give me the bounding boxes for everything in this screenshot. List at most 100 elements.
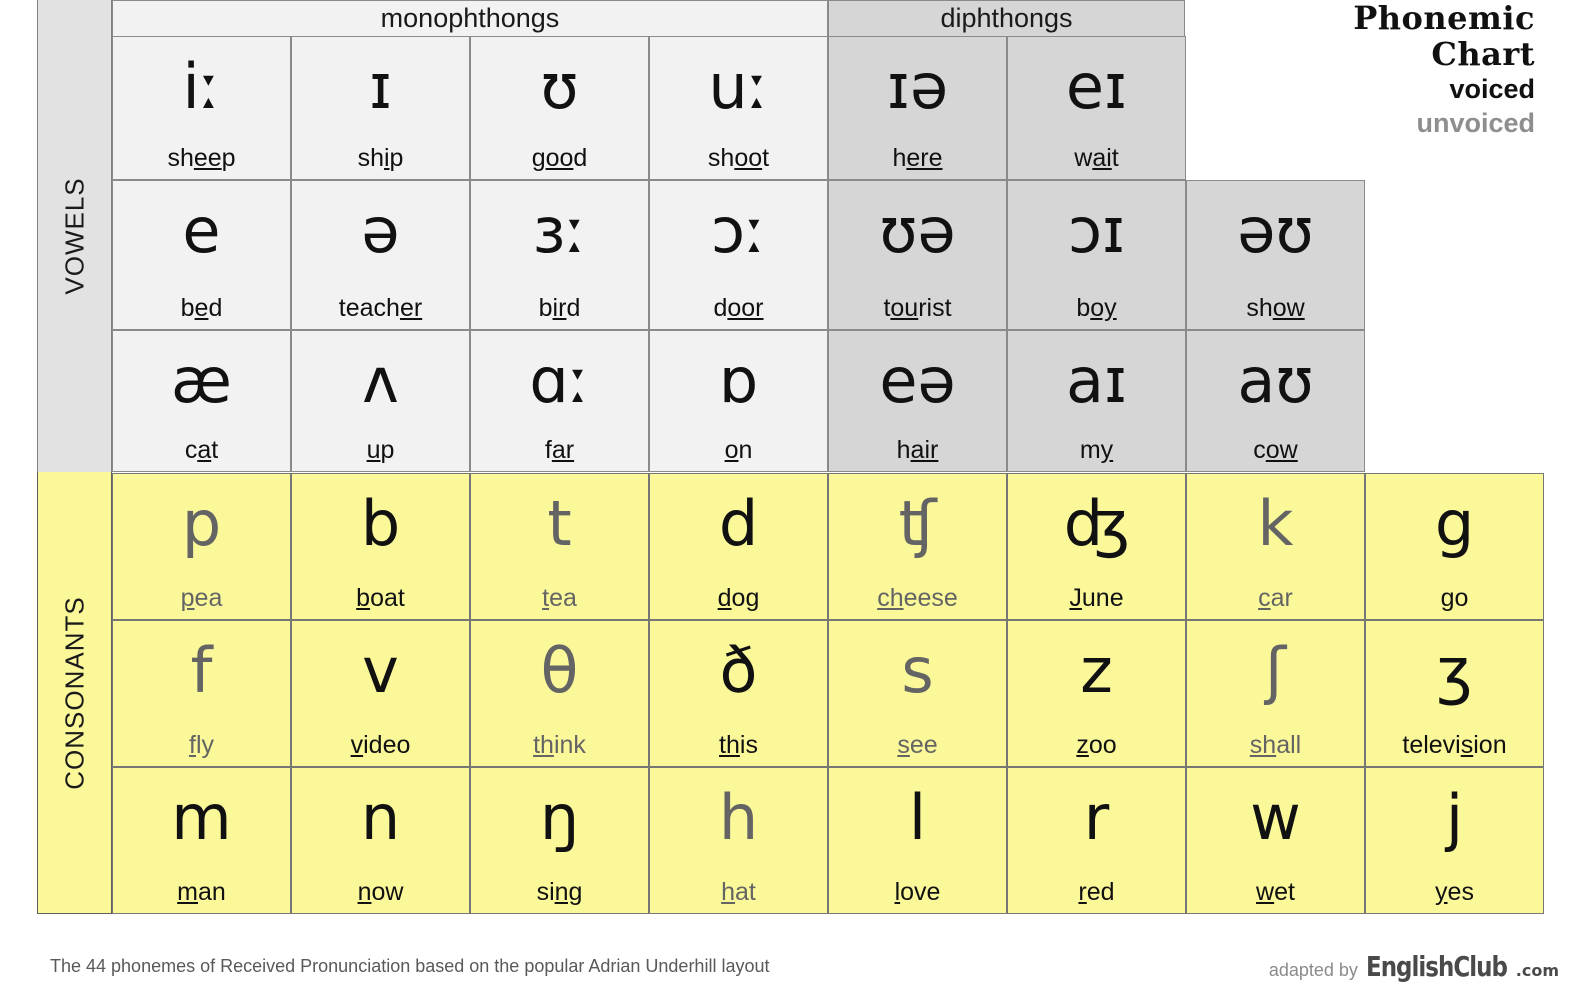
phoneme-cell-vowel-ʊə[interactable]: ʊə tourist	[828, 180, 1007, 330]
phoneme-cell-vowel-ɒ[interactable]: ɒ on	[649, 330, 828, 472]
phoneme-cell-consonant-θ[interactable]: θ think	[470, 620, 649, 767]
phoneme-example-word: good	[531, 144, 588, 172]
phoneme-example-word: door	[713, 294, 764, 322]
phoneme-cell-vowel-aɪ[interactable]: aɪ my	[1007, 330, 1186, 472]
footer-note: The 44 phonemes of Received Pronunciatio…	[50, 956, 770, 976]
phoneme-symbol: s	[901, 634, 934, 707]
phoneme-symbol: l	[908, 781, 927, 854]
phoneme-example-word: fly	[188, 731, 214, 759]
phoneme-cell-consonant-t[interactable]: t tea	[470, 473, 649, 620]
phoneme-example-word: far	[544, 436, 575, 464]
phoneme-cell-vowel-ɪ[interactable]: ɪ ship	[291, 36, 470, 180]
phoneme-example-word: cat	[184, 436, 219, 464]
phoneme-symbol: ʒ	[1436, 634, 1473, 707]
phoneme-symbol: ɜː	[532, 194, 587, 267]
phoneme-cell-consonant-ð[interactable]: ð this	[649, 620, 828, 767]
phoneme-example-word: bird	[538, 294, 581, 322]
phoneme-cell-consonant-p[interactable]: p pea	[112, 473, 291, 620]
phoneme-cell-consonant-b[interactable]: b boat	[291, 473, 470, 620]
phoneme-symbol: aʊ	[1237, 344, 1314, 417]
phoneme-cell-consonant-h[interactable]: h hat	[649, 767, 828, 914]
phoneme-cell-vowel-e[interactable]: e bed	[112, 180, 291, 330]
phoneme-example-word: dog	[717, 584, 760, 612]
phoneme-cell-consonant-j[interactable]: j yes	[1365, 767, 1544, 914]
phoneme-example-word: on	[724, 436, 753, 464]
phoneme-symbol: eə	[879, 344, 956, 417]
phoneme-example-word: boat	[356, 584, 405, 612]
phoneme-example-word: pea	[180, 584, 223, 612]
phoneme-cell-consonant-w[interactable]: w wet	[1186, 767, 1365, 914]
chart-title-block: Phonemic Chart voiced unvoiced	[1205, 0, 1535, 140]
phoneme-cell-consonant-f[interactable]: f fly	[112, 620, 291, 767]
phoneme-cell-vowel-ɔː[interactable]: ɔː door	[649, 180, 828, 330]
phoneme-symbol: f	[190, 634, 213, 707]
phoneme-symbol: ɔɪ	[1067, 194, 1126, 267]
phoneme-symbol: j	[1445, 781, 1464, 854]
phoneme-cell-consonant-z[interactable]: z zoo	[1007, 620, 1186, 767]
phoneme-cell-consonant-g[interactable]: g go	[1365, 473, 1544, 620]
phoneme-example-word: red	[1078, 878, 1115, 906]
phoneme-cell-vowel-ɔɪ[interactable]: ɔɪ boy	[1007, 180, 1186, 330]
diphthongs-header: diphthongs	[828, 0, 1185, 36]
phoneme-symbol: g	[1434, 487, 1475, 560]
phoneme-cell-consonant-ʤ[interactable]: ʤ June	[1007, 473, 1186, 620]
phoneme-cell-consonant-n[interactable]: n now	[291, 767, 470, 914]
phoneme-symbol: aɪ	[1065, 344, 1128, 417]
phoneme-cell-vowel-ʊ[interactable]: ʊ good	[470, 36, 649, 180]
phoneme-cell-consonant-v[interactable]: v video	[291, 620, 470, 767]
phoneme-cell-vowel-uː[interactable]: uː shoot	[649, 36, 828, 180]
phoneme-cell-vowel-æ[interactable]: æ cat	[112, 330, 291, 472]
phoneme-example-word: cow	[1253, 436, 1298, 464]
phoneme-symbol: ɒ	[718, 344, 759, 417]
phoneme-cell-vowel-ɪə[interactable]: ɪə here	[828, 36, 1007, 180]
phoneme-cell-consonant-ŋ[interactable]: ŋ sing	[470, 767, 649, 914]
phoneme-cell-consonant-r[interactable]: r red	[1007, 767, 1186, 914]
phoneme-example-word: now	[357, 878, 404, 906]
phoneme-cell-vowel-əʊ[interactable]: əʊ show	[1186, 180, 1365, 330]
phoneme-cell-vowel-aʊ[interactable]: aʊ cow	[1186, 330, 1365, 472]
phoneme-cell-consonant-ʃ[interactable]: ʃ shall	[1186, 620, 1365, 767]
phoneme-symbol: ɑː	[529, 344, 590, 417]
phoneme-example-word: my	[1079, 436, 1114, 464]
phoneme-example-word: sheep	[167, 144, 236, 172]
phoneme-cell-consonant-ʧ[interactable]: ʧ cheese	[828, 473, 1007, 620]
phoneme-cell-vowel-ɜː[interactable]: ɜː bird	[470, 180, 649, 330]
phoneme-example-word: ship	[357, 144, 404, 172]
phoneme-symbol: æ	[171, 344, 232, 417]
phoneme-symbol: θ	[540, 634, 579, 707]
englishclub-logo[interactable]: adapted by EnglishClub .com	[1269, 950, 1559, 983]
phoneme-cell-consonant-ʒ[interactable]: ʒ television	[1365, 620, 1544, 767]
phoneme-cell-vowel-eɪ[interactable]: eɪ wait	[1007, 36, 1186, 180]
phoneme-cell-consonant-l[interactable]: l love	[828, 767, 1007, 914]
phoneme-cell-vowel-eə[interactable]: eə hair	[828, 330, 1007, 472]
phoneme-example-word: teacher	[338, 294, 423, 322]
phoneme-cell-consonant-k[interactable]: k car	[1186, 473, 1365, 620]
phoneme-example-word: love	[894, 878, 941, 906]
phoneme-example-word: hair	[896, 436, 939, 464]
phoneme-cell-vowel-ɑː[interactable]: ɑː far	[470, 330, 649, 472]
monophthongs-label: monophthongs	[380, 3, 560, 33]
phoneme-example-word: hat	[721, 878, 756, 906]
vowels-section-label: VOWELS	[37, 0, 112, 472]
vowels-label: VOWELS	[59, 177, 89, 295]
phoneme-cell-vowel-ʌ[interactable]: ʌ up	[291, 330, 470, 472]
monophthongs-header: monophthongs	[112, 0, 828, 36]
phoneme-symbol: n	[360, 781, 401, 854]
phoneme-cell-vowel-iː[interactable]: iː sheep	[112, 36, 291, 180]
phoneme-example-word: shall	[1249, 731, 1302, 759]
phoneme-cell-vowel-ə[interactable]: ə teacher	[291, 180, 470, 330]
phoneme-symbol: ʧ	[898, 487, 937, 560]
phoneme-cell-consonant-d[interactable]: d dog	[649, 473, 828, 620]
phoneme-example-word: bed	[180, 294, 223, 322]
brand-tld: .com	[1515, 961, 1559, 980]
phonemic-chart-page: monophthongs diphthongs Phonemic Chart v…	[0, 0, 1579, 987]
phoneme-example-word: show	[1246, 294, 1305, 322]
phoneme-cell-consonant-s[interactable]: s see	[828, 620, 1007, 767]
consonants-section-label: CONSONANTS	[37, 472, 112, 914]
phoneme-example-word: June	[1069, 584, 1124, 612]
legend-voiced: voiced	[1449, 74, 1535, 104]
phoneme-symbol: ð	[719, 634, 758, 707]
phoneme-example-word: this	[719, 731, 758, 759]
phoneme-cell-consonant-m[interactable]: m man	[112, 767, 291, 914]
phoneme-example-word: shoot	[707, 144, 770, 172]
